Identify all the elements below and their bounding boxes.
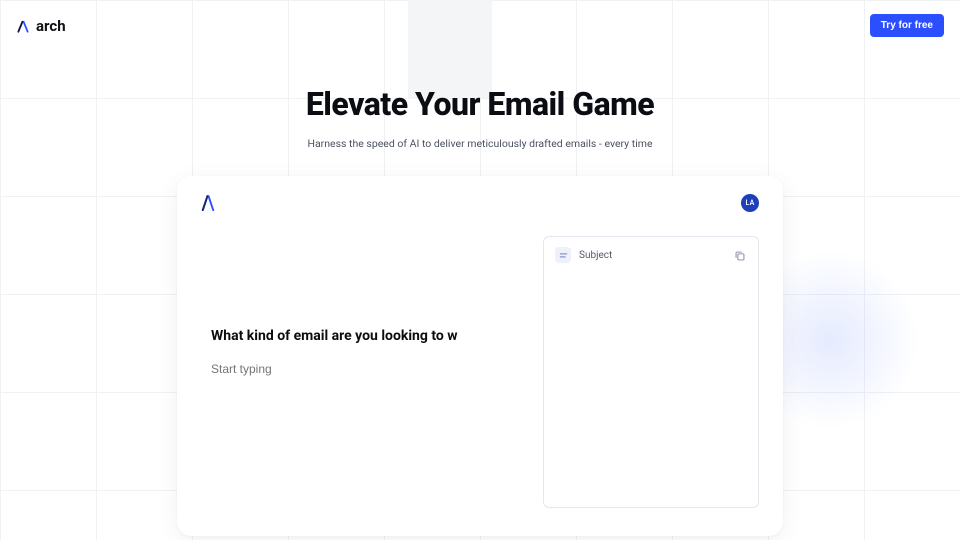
email-composer-card: LA What kind of email are you looking to…: [177, 176, 783, 536]
try-free-button[interactable]: Try for free: [870, 14, 944, 37]
subject-icon: [555, 247, 571, 263]
brand-logo-icon: [16, 19, 30, 33]
prompt-title: What kind of email are you looking to w: [211, 328, 519, 344]
preview-panel: Subject: [543, 236, 759, 508]
copy-icon[interactable]: [733, 248, 747, 262]
hero-title: Elevate Your Email Game: [0, 85, 960, 123]
avatar[interactable]: LA: [741, 194, 759, 212]
hero-section: Elevate Your Email Game Harness the spee…: [0, 85, 960, 150]
prompt-input[interactable]: [211, 362, 519, 376]
topbar: arch Try for free: [0, 0, 960, 51]
subject-row: Subject: [555, 247, 747, 263]
hero-subtitle: Harness the speed of AI to deliver metic…: [0, 137, 960, 150]
brand[interactable]: arch: [16, 17, 66, 35]
subject-label: Subject: [579, 250, 725, 261]
brand-name: arch: [36, 17, 66, 35]
card-logo-icon: [201, 195, 215, 211]
prompt-panel: What kind of email are you looking to w: [201, 236, 519, 508]
card-header: LA: [201, 194, 759, 212]
card-body: What kind of email are you looking to w …: [201, 236, 759, 508]
